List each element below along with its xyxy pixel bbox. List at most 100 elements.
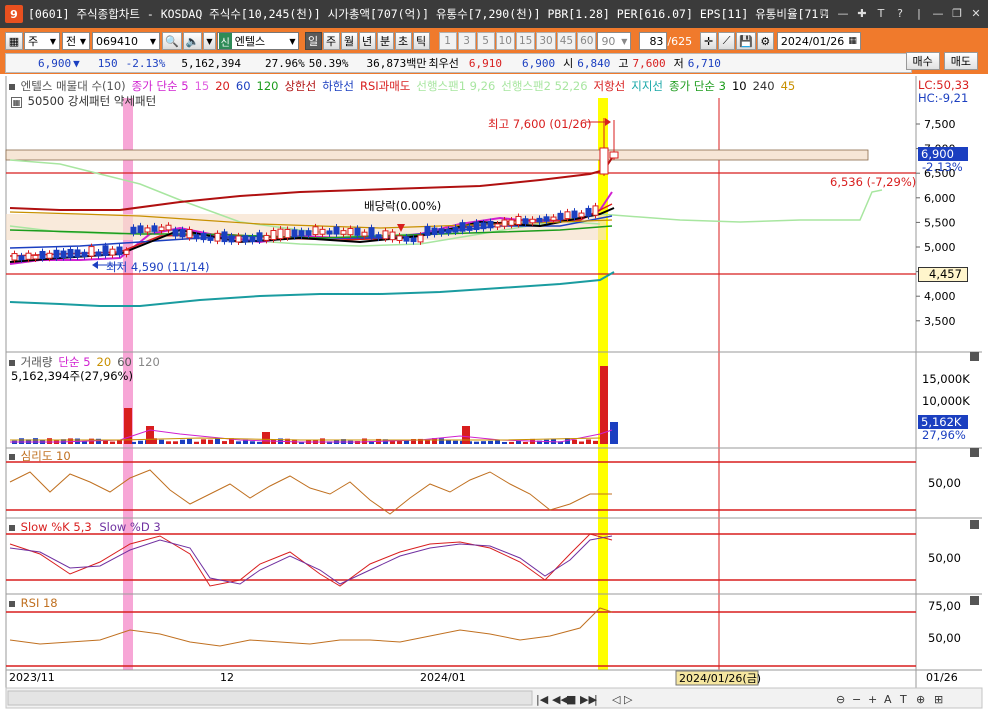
candle-body [137, 225, 144, 234]
buy-button[interactable]: 매수 [905, 52, 940, 70]
nav-icon-13[interactable]: ⊞ [934, 693, 943, 706]
date-input[interactable]: 2024/01/26 ▦ [776, 32, 861, 50]
nav-icon-10[interactable]: A [884, 693, 892, 706]
trend-tool-icon[interactable]: ⟋ [718, 32, 736, 50]
nav-icon-12[interactable]: ⊕ [916, 693, 925, 706]
search-icon[interactable]: 🔍 [162, 32, 182, 50]
low-price: 6,710 [687, 56, 721, 70]
volume-legend-item-0[interactable]: 거래량 [21, 355, 53, 369]
sell-button[interactable]: 매도 [943, 52, 978, 70]
nav-icon-11[interactable]: T [899, 693, 907, 706]
nav-icon-4[interactable]: | [594, 693, 598, 706]
period-button-0[interactable]: 일 [304, 32, 322, 50]
price-legend-item-0[interactable]: 엔텔스 매물대 수(10) [21, 79, 126, 93]
nav-icon-0[interactable]: |◀ [536, 693, 549, 706]
candle-body [585, 207, 592, 217]
grid-icon[interactable]: ▦ [5, 32, 23, 50]
candle-body [221, 231, 228, 243]
candle-body [53, 249, 60, 259]
window-control-3[interactable]: T [873, 4, 889, 22]
volume-legend-item-1[interactable]: 단순 5 [58, 355, 90, 369]
jeon-select[interactable]: 전 ▼ [62, 32, 90, 50]
price-legend-item-7[interactable]: 하한선 [322, 79, 354, 93]
price-legend-item-8[interactable]: RSI과매도 [360, 79, 410, 93]
window-control-8[interactable]: ✕ [968, 4, 984, 22]
window-number-badge: 9 [5, 5, 23, 23]
window-control-6[interactable]: — [930, 4, 946, 22]
interval-button-1[interactable]: 1 [438, 32, 457, 50]
interval-input[interactable]: 90 ▼ [597, 32, 632, 50]
window-control-0[interactable]: ⧉ [816, 4, 832, 22]
candle-body [11, 253, 18, 261]
interval-button-10[interactable]: 10 [495, 32, 515, 50]
candle-body [438, 228, 445, 235]
window-control-7[interactable]: ❐ [949, 4, 965, 22]
price-legend-item-11[interactable]: 저항선 [594, 79, 626, 93]
price-legend-item-3[interactable]: 20 [215, 79, 230, 93]
period-button-5[interactable]: 초 [394, 32, 412, 50]
x-axis-right-label: 01/26 [926, 671, 958, 684]
price-legend-item-14[interactable]: 10 [732, 79, 747, 93]
interval-button-15[interactable]: 15 [515, 32, 536, 50]
candle-body [609, 151, 619, 159]
price-legend-item-15[interactable]: 240 [753, 79, 775, 93]
volume-legend-item-4[interactable]: 120 [138, 355, 160, 369]
period-button-6[interactable]: 틱 [412, 32, 430, 50]
crosshair-icon[interactable]: ✛ [700, 32, 718, 50]
stoch-panel-close-icon[interactable] [970, 520, 979, 529]
stock-name-field[interactable]: 신 엔텔스 ▼ [216, 32, 299, 50]
candle-body [599, 147, 609, 175]
window-control-2[interactable]: ✚ [854, 4, 870, 22]
price-legend-item-2[interactable]: 15 [195, 79, 210, 93]
chevron-down-icon[interactable]: ▼ [203, 32, 216, 50]
interval-button-5[interactable]: 5 [476, 32, 495, 50]
volume-bar [110, 441, 115, 444]
period-button-1[interactable]: 주 [322, 32, 340, 50]
volume-panel-close-icon[interactable] [970, 352, 979, 361]
price-tick-label: 6,000 [924, 192, 956, 205]
price-legend-item-13[interactable]: 종가 단순 3 [669, 79, 726, 93]
period-button-4[interactable]: 분 [376, 32, 394, 50]
nav-icon-8[interactable]: − [852, 693, 861, 706]
price-legend-item-5[interactable]: 120 [257, 79, 279, 93]
nav-icon-9[interactable]: + [868, 693, 877, 706]
candle-body [172, 229, 179, 237]
price-legend-item-1[interactable]: 종가 단순 5 [132, 79, 189, 93]
chart-area[interactable]: 7,5007,0006,5006,0005,5005,0004,5004,000… [0, 74, 988, 713]
volume-legend-item-3[interactable]: 60 [117, 355, 132, 369]
candle-body [165, 224, 172, 231]
period-button-3[interactable]: 년 [358, 32, 376, 50]
volume-bar [320, 438, 325, 444]
price-legend-item-16[interactable]: 45 [781, 79, 796, 93]
nav-icon-5[interactable]: ◁ [612, 693, 621, 706]
price-legend-item-6[interactable]: 상한선 [284, 79, 316, 93]
interval-button-3[interactable]: 3 [457, 32, 476, 50]
kind-select[interactable]: 주 ▼ [24, 32, 60, 50]
lc-label: LC:50,33 [918, 78, 970, 92]
rsi-panel-close-icon[interactable] [970, 596, 979, 605]
price-legend-item-9[interactable]: 선행스팬1 9,26 [416, 79, 495, 93]
bar-count-input[interactable]: 83 [639, 32, 668, 50]
window-control-5[interactable]: | [911, 4, 927, 22]
price-legend-item-4[interactable]: 60 [236, 79, 251, 93]
gear-icon[interactable]: ⚙ [756, 32, 774, 50]
nav-icon-7[interactable]: ⊖ [836, 693, 845, 706]
psy-panel-close-icon[interactable] [970, 448, 979, 457]
interval-button-45[interactable]: 45 [556, 32, 577, 50]
nav-icon-6[interactable]: ▷ [624, 693, 633, 706]
window-control-4[interactable]: ? [892, 4, 908, 22]
volume-bar [355, 441, 360, 444]
speaker-icon[interactable]: 🔈 [182, 32, 203, 50]
interval-button-30[interactable]: 30 [536, 32, 556, 50]
nav-icon-2[interactable]: ■ [566, 693, 576, 706]
volume-legend-item-2[interactable]: 20 [97, 355, 112, 369]
price-legend-item-12[interactable]: 지지선 [631, 79, 663, 93]
stock-code-input[interactable]: 069410 ▼ [92, 32, 160, 50]
chart-canvas[interactable]: 7,5007,0006,5006,0005,5005,0004,5004,000… [0, 74, 988, 713]
scroll-track[interactable] [7, 690, 533, 706]
price-legend-item-10[interactable]: 선행스팬2 52,26 [501, 79, 587, 93]
interval-button-60[interactable]: 60 [577, 32, 597, 50]
period-button-2[interactable]: 월 [340, 32, 358, 50]
window-control-1[interactable]: — [835, 4, 851, 22]
save-icon[interactable]: 💾 [736, 32, 756, 50]
